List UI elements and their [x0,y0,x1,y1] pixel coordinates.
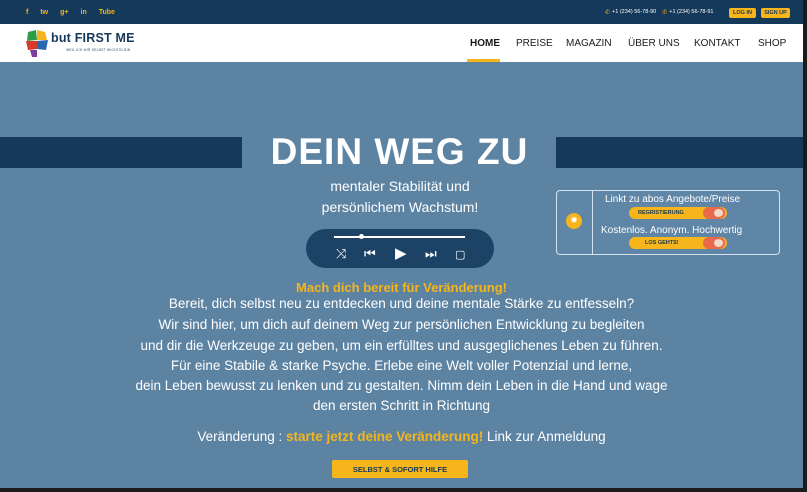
login-button[interactable]: LOG IN [729,8,756,18]
hero-subtitle-line-2: persönlichem Wachstum! [321,199,479,215]
intro-line-4: Für eine Stabile & starke Psyche. Erlebe… [170,358,633,373]
page: f tw g+ in Tube ✆ +1 (234) 56-78-90 ✆ +1… [0,0,803,488]
phone-icon: ✆ [662,9,668,16]
play-icon[interactable]: ▶ [395,246,407,261]
self-help-button[interactable]: SELBST & SOFORT HILFE [332,460,468,478]
stop-icon[interactable]: ▢ [455,248,465,261]
info-line-2: Kostenlos. Anonym. Hochwertig [601,225,743,236]
title-band-left [0,137,242,168]
start-toggle[interactable] [703,237,725,249]
linkedin-icon[interactable]: in [81,9,87,16]
intro-line-5: dein Leben bewusst zu lenken und zu gest… [135,378,668,393]
register-toggle[interactable] [703,207,725,219]
cta-suffix[interactable]: Link zur Anmeldung [483,429,606,444]
hero-title: DEIN WEG ZU [270,131,529,172]
brand-tagline: WEIL ICH MIR SELBST WICHTIG BIN [66,48,131,52]
toggle-knob [714,239,723,247]
intro-line-6: den ersten Schritt in Richtung [312,398,491,413]
nav-ueber-uns[interactable]: ÜBER UNS [628,24,680,62]
register-pill-label[interactable]: REGRISTIERUNG [638,210,684,216]
brain-puzzle-logo-icon[interactable] [24,29,49,58]
intro-line-2: Wir sind hier, um dich auf deinem Weg zu… [158,317,645,332]
nav-preise[interactable]: PREISE [516,24,553,62]
previous-icon[interactable]: ⏮ [364,248,376,261]
cta-line: Veränderung : starte jetzt deine Verände… [0,429,803,444]
hero-subtitle-line-1: mentaler Stabilität und [330,178,470,194]
progress-knob[interactable] [359,234,364,239]
toggle-knob [714,209,723,217]
intro-line-3: und dir die Werkzeuge zu geben, um ein e… [140,338,663,353]
info-box-divider [592,191,593,254]
twitter-icon[interactable]: tw [40,9,48,16]
phone-2-text: +1 (234) 56-78-91 [669,9,714,15]
start-pill-label[interactable]: LOS GEHTS! [645,240,679,246]
lightbulb-icon: ✹ [566,213,582,229]
brand-title[interactable]: but FIRST ME [51,31,135,45]
phone-1-text: +1 (234) 56-78-90 [612,9,657,15]
intro-line-1: Bereit, dich selbst neu zu entdecken und… [168,296,635,311]
nav-active-indicator [467,59,500,62]
facebook-icon[interactable]: f [26,9,28,16]
progress-track[interactable] [334,236,465,238]
cta-highlight-link[interactable]: starte jetzt deine Veränderung! [286,429,483,444]
google-plus-icon[interactable]: g+ [60,9,68,16]
next-icon[interactable]: ⏭ [425,248,437,261]
section-headline: Mach dich bereit für Veränderung! [296,280,507,295]
shuffle-icon[interactable]: ⤨ [336,248,346,261]
phone-1[interactable]: ✆ +1 (234) 56-78-90 [605,9,656,16]
info-line-1: Linkt zu abos Angebote/Preise [605,194,741,205]
youtube-icon[interactable]: Tube [99,9,115,16]
phone-2[interactable]: ✆ +1 (234) 56-78-91 [662,9,713,16]
nav-shop[interactable]: SHOP [758,24,786,62]
phone-icon: ✆ [605,9,611,16]
nav-kontakt[interactable]: KONTAKT [694,24,740,62]
signup-button[interactable]: SIGN UP [761,8,790,18]
phone-numbers: ✆ +1 (234) 56-78-90 ✆ +1 (234) 56-78-91 [605,0,713,24]
social-links: f tw g+ in Tube [26,0,115,24]
nav-magazin[interactable]: MAGAZIN [566,24,612,62]
title-band-right [556,137,803,168]
cta-prefix: Veränderung : [197,429,286,444]
nav-home[interactable]: HOME [470,24,500,62]
